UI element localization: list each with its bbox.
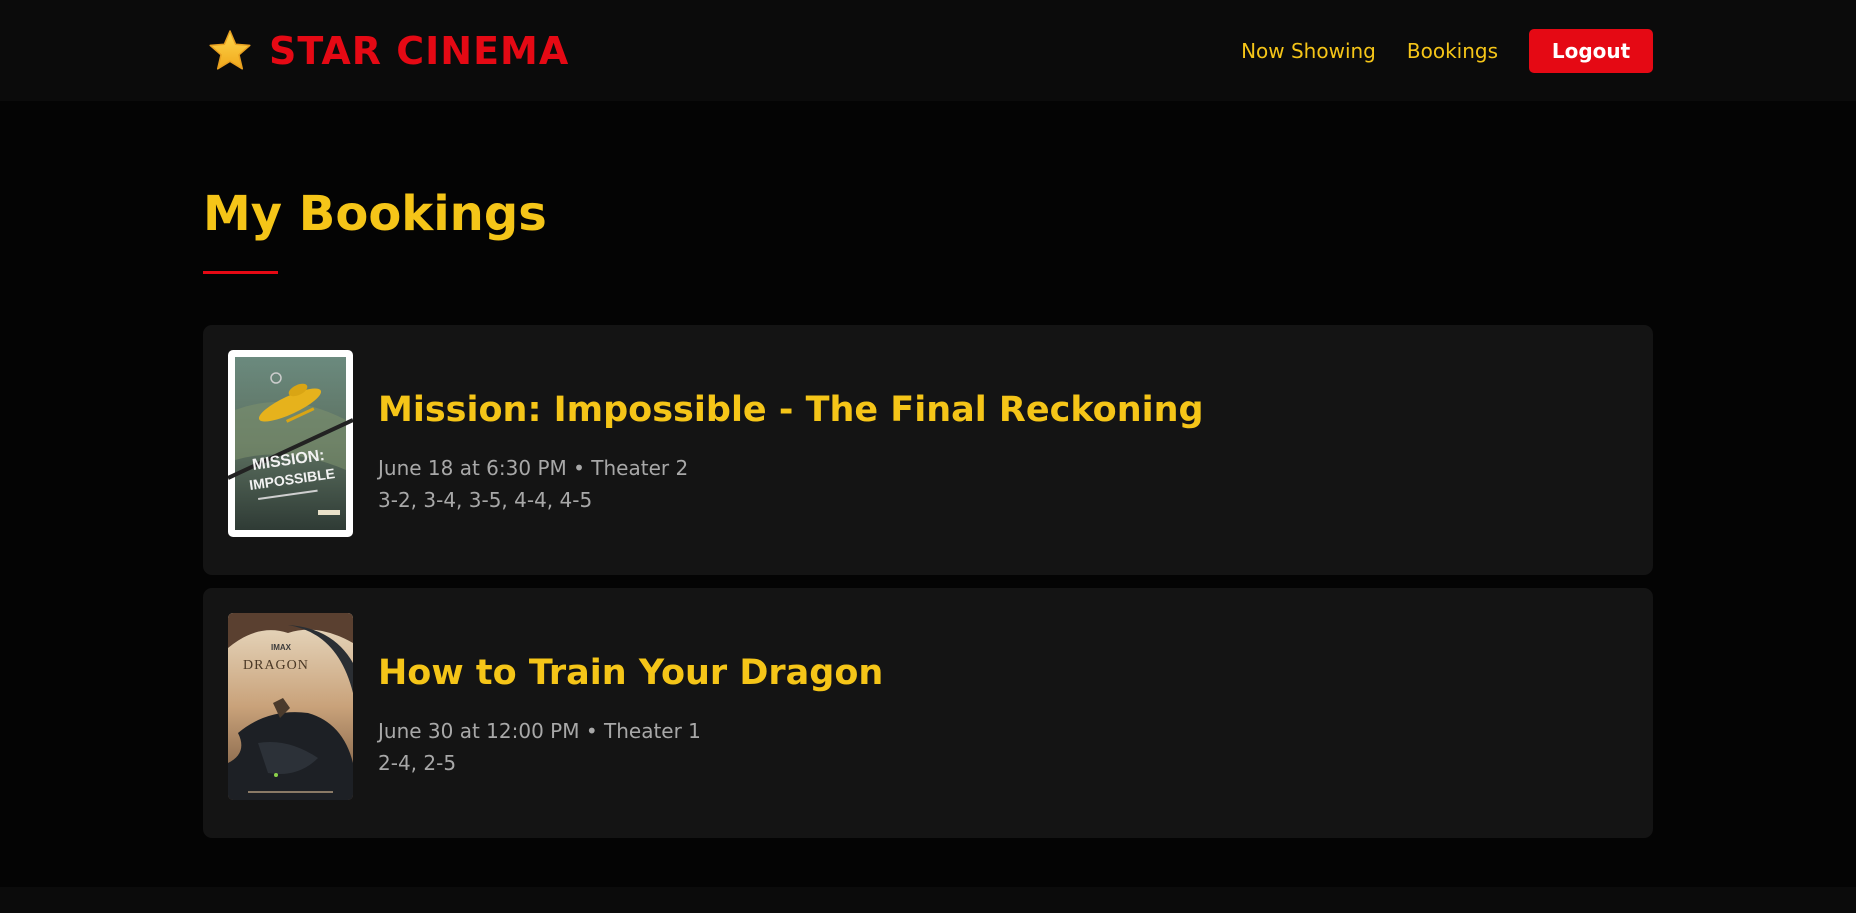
movie-poster-image: MISSION: IMPOSSIBLE <box>228 350 353 537</box>
nav-bookings[interactable]: Bookings <box>1407 39 1498 63</box>
booking-card[interactable]: IMAX DRAGON How to Train Your Dragon Jun… <box>203 588 1653 838</box>
svg-text:DRAGON: DRAGON <box>243 658 309 673</box>
movie-poster-image: IMAX DRAGON <box>228 613 353 800</box>
footer <box>0 887 1856 913</box>
booking-showtime: June 18 at 6:30 PM • Theater 2 <box>378 456 689 480</box>
movie-poster: IMAX DRAGON <box>228 613 353 800</box>
booking-seats: 2-4, 2-5 <box>378 751 457 775</box>
movie-poster: MISSION: IMPOSSIBLE <box>228 350 353 537</box>
title-underline <box>203 271 278 274</box>
nav-now-showing[interactable]: Now Showing <box>1241 39 1376 63</box>
brand-logo[interactable]: STAR CINEMA <box>207 26 569 76</box>
booking-seats: 3-2, 3-4, 3-5, 4-4, 4-5 <box>378 488 593 512</box>
top-navbar: STAR CINEMA Now Showing Bookings Logout <box>0 0 1856 101</box>
main-nav: Now Showing Bookings Logout <box>1241 29 1653 73</box>
imax-badge: IMAX <box>271 643 292 652</box>
movie-title: Mission: Impossible - The Final Reckonin… <box>378 390 1204 430</box>
brand-name: STAR CINEMA <box>269 29 570 73</box>
booking-card[interactable]: MISSION: IMPOSSIBLE Mission: Impossible … <box>203 325 1653 575</box>
movie-title: How to Train Your Dragon <box>378 653 884 693</box>
star-icon <box>209 30 251 70</box>
logout-button[interactable]: Logout <box>1529 29 1653 73</box>
booking-showtime: June 30 at 12:00 PM • Theater 1 <box>378 719 701 743</box>
page-title: My Bookings <box>203 186 547 242</box>
